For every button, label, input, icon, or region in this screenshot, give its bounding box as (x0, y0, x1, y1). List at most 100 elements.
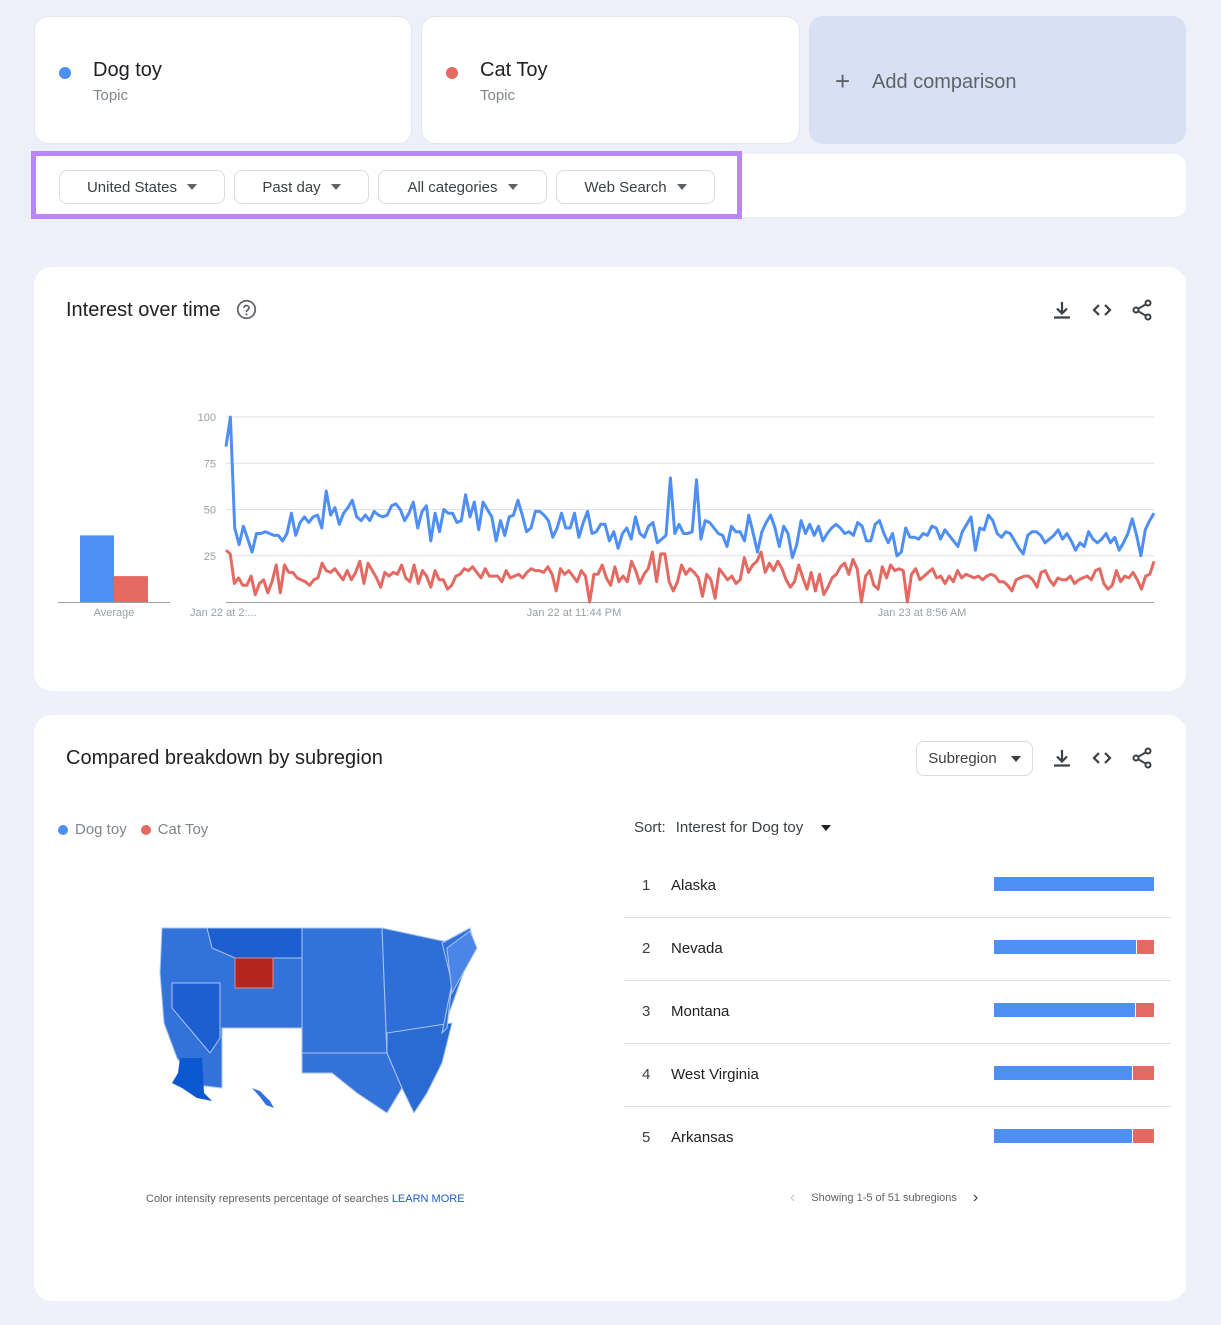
download-icon[interactable] (1050, 746, 1074, 770)
panel-title: Compared breakdown by subregion (66, 747, 383, 769)
interest-line-chart: 25 50 75 100 Jan 22 at 2:... Jan 22 at 11:44 … (190, 412, 1156, 619)
table-row[interactable]: 1 Alaska (624, 855, 1171, 918)
pagination: ‹ Showing 1-5 of 51 subregions › (790, 1189, 978, 1207)
series-line-dog-toy (224, 415, 1156, 560)
caret-down-icon (187, 184, 198, 190)
add-comparison-label: Add comparison (872, 71, 1017, 93)
legend-dot-icon (58, 824, 68, 835)
filter-category[interactable]: All categories (378, 170, 547, 204)
table-row[interactable]: 4 West Virginia (624, 1044, 1171, 1107)
share-bar-dog-toy (994, 877, 1154, 891)
subregion-name: Nevada (671, 940, 723, 957)
filter-time-range[interactable]: Past day (234, 170, 369, 204)
term-card-dog-toy[interactable]: Dog toy Topic (34, 16, 412, 144)
sort-control[interactable]: Sort: Interest for Dog toy (634, 819, 832, 836)
map-region-texas (301, 1052, 403, 1113)
table-row[interactable]: 3 Montana (624, 981, 1171, 1044)
subregion-name: Arkansas (671, 1129, 734, 1146)
map-region-wyoming (234, 957, 274, 989)
term-type: Topic (480, 87, 516, 104)
table-row[interactable]: 2 Nevada (624, 918, 1171, 981)
share-bar-dog-toy (994, 1003, 1135, 1017)
next-page-icon[interactable]: › (973, 1189, 978, 1207)
download-icon[interactable] (1050, 298, 1074, 322)
learn-more-link[interactable]: LEARN MORE (392, 1193, 465, 1205)
plus-icon: + (835, 66, 851, 96)
series-dot-icon (446, 67, 458, 79)
sort-label: Sort: (634, 819, 666, 836)
map-region-hawaii (252, 1088, 274, 1108)
map-note: Color intensity represents percentage of… (146, 1193, 465, 1205)
average-bar-cat-toy (114, 576, 148, 602)
share-bar (994, 877, 1154, 891)
pager-text: Showing 1-5 of 51 subregions (811, 1192, 957, 1204)
legend-dot-icon (140, 824, 151, 835)
subregion-rank-list: 1 Alaska 2 Nevada 3 Montana 4 West Virgi… (624, 855, 1171, 1170)
caret-down-icon (676, 184, 687, 190)
subregion-name: Alaska (671, 877, 717, 894)
share-bar (994, 940, 1154, 954)
map-legend: Dog toy Cat Toy (58, 821, 208, 838)
share-bar-dog-toy (994, 1129, 1132, 1143)
term-type: Topic (93, 87, 129, 104)
share-icon[interactable] (1130, 746, 1154, 770)
x-tick-label: Jan 23 at 8:56 AM (878, 607, 967, 619)
share-bar (994, 1066, 1154, 1080)
x-tick-label: Jan 22 at 2:... (190, 607, 257, 619)
legend-label: Cat Toy (157, 821, 209, 838)
filter-label: Past day (262, 178, 321, 196)
caret-down-icon (330, 184, 341, 190)
share-bar (994, 1003, 1154, 1017)
y-tick-label: 25 (204, 551, 216, 563)
prev-page-icon[interactable]: ‹ (790, 1189, 795, 1207)
map-note-text: Color intensity represents percentage of… (146, 1193, 389, 1205)
rank-number: 5 (642, 1129, 651, 1146)
filter-label: All categories (407, 178, 498, 196)
rank-number: 2 (642, 940, 651, 957)
share-bar (994, 1129, 1154, 1143)
help-circle-icon[interactable] (236, 299, 257, 320)
legend-item-cat-toy: Cat Toy (140, 821, 209, 838)
subregion-name: Montana (671, 1003, 730, 1020)
share-bar-cat-toy (1137, 940, 1154, 954)
filter-location[interactable]: United States (59, 170, 225, 204)
rank-number: 3 (642, 1003, 651, 1020)
caret-down-icon (821, 824, 832, 831)
interest-over-time-panel: Interest over time Average 25 50 75 100 Jan … (34, 267, 1186, 691)
table-row[interactable]: 5 Arkansas (624, 1107, 1171, 1170)
term-card-cat-toy[interactable]: Cat Toy Topic (421, 16, 800, 144)
select-label: Subregion (928, 750, 997, 767)
filter-search-type[interactable]: Web Search (556, 170, 715, 204)
average-bar-chart: Average (58, 535, 170, 619)
term-name: Dog toy (93, 59, 162, 81)
y-tick-label: 100 (198, 412, 216, 424)
share-bar-cat-toy (1132, 1066, 1154, 1080)
share-bar-dog-toy (994, 940, 1137, 954)
embed-code-icon[interactable] (1090, 746, 1114, 770)
panel-title: Interest over time (66, 299, 221, 321)
filter-label: Web Search (584, 178, 667, 196)
term-name: Cat Toy (480, 59, 548, 81)
map-region-south (386, 1022, 453, 1113)
subregion-name: West Virginia (671, 1066, 759, 1083)
share-bar-cat-toy (1132, 1129, 1154, 1143)
x-tick-label: Jan 22 at 11:44 PM (527, 607, 622, 619)
us-subregion-map[interactable] (152, 913, 482, 1113)
add-comparison-button[interactable]: + Add comparison (809, 16, 1186, 144)
y-tick-label: 75 (204, 458, 216, 470)
caret-down-icon (1010, 755, 1021, 762)
rank-number: 1 (642, 877, 651, 894)
legend-item-dog-toy: Dog toy (58, 821, 127, 838)
rank-number: 4 (642, 1066, 651, 1083)
share-icon[interactable] (1130, 298, 1154, 322)
caret-down-icon (507, 184, 518, 190)
subregion-panel: Compared breakdown by subregion Subregio… (34, 715, 1186, 1301)
sort-value: Interest for Dog toy (675, 819, 804, 836)
subregion-select[interactable]: Subregion (916, 741, 1033, 776)
map-region-plains (301, 927, 388, 1054)
embed-code-icon[interactable] (1090, 298, 1114, 322)
series-line-cat-toy (225, 549, 1156, 604)
legend-label: Dog toy (75, 821, 127, 838)
y-tick-label: 50 (204, 505, 216, 517)
average-bar-dog-toy (80, 535, 114, 602)
